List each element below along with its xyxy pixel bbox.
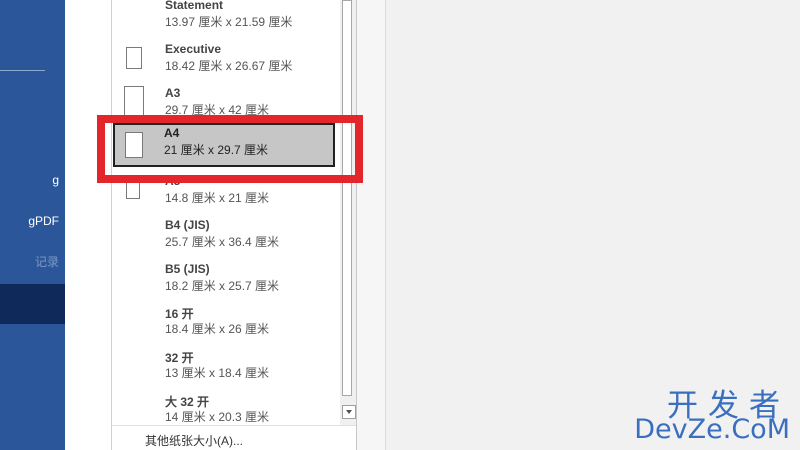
more-paper-sizes-label: 其他纸张大小(A)... bbox=[145, 434, 243, 448]
paper-size-dims: 14.8 厘米 x 21 厘米 bbox=[165, 191, 270, 205]
paper-size-dims: 18.4 厘米 x 26 厘米 bbox=[165, 322, 270, 336]
sidebar-item-label: gPDF bbox=[28, 214, 59, 228]
paper-size-name: B4 (JIS) bbox=[165, 218, 210, 232]
sidebar-item-export[interactable]: g bbox=[0, 170, 65, 190]
paper-size-option-b4-jis[interactable]: B4 (JIS) 25.7 厘米 x 36.4 厘米 bbox=[112, 215, 340, 259]
paper-size-dims: 18.2 厘米 x 25.7 厘米 bbox=[165, 279, 280, 293]
sidebar-item-history[interactable]: 记录 bbox=[0, 252, 65, 272]
preview-margin bbox=[357, 0, 385, 450]
paper-size-name: A3 bbox=[165, 86, 181, 100]
paper-size-list: Statement 13.97 厘米 x 21.59 厘米 Executive … bbox=[112, 0, 340, 425]
paper-size-name: Statement bbox=[165, 0, 224, 12]
paper-size-option-32k[interactable]: 32 开 13 厘米 x 18.4 厘米 bbox=[112, 346, 340, 390]
watermark: 开发者 DevZe.CoM bbox=[634, 380, 790, 445]
paper-size-option-large-32k[interactable]: 大 32 开 14 厘米 x 20.3 厘米 bbox=[112, 390, 340, 425]
paper-size-option-executive[interactable]: Executive 18.42 厘米 x 26.67 厘米 bbox=[112, 39, 340, 83]
paper-size-dims: 13 厘米 x 18.4 厘米 bbox=[165, 366, 270, 380]
dropdown-scrollbar[interactable] bbox=[340, 0, 356, 425]
watermark-latin: DevZe.CoM bbox=[634, 414, 790, 445]
paper-size-dims: 13.97 厘米 x 21.59 厘米 bbox=[165, 15, 293, 29]
paper-size-name: B5 (JIS) bbox=[165, 262, 210, 276]
sidebar-item-label: g bbox=[52, 173, 59, 187]
paper-size-dims: 18.42 厘米 x 26.67 厘米 bbox=[165, 59, 293, 73]
paper-size-dims: 14 厘米 x 20.3 厘米 bbox=[165, 410, 270, 424]
paper-size-option-statement[interactable]: Statement 13.97 厘米 x 21.59 厘米 bbox=[112, 0, 340, 39]
preview-separator bbox=[385, 0, 386, 450]
scroll-down-arrow-icon[interactable] bbox=[342, 405, 356, 419]
paper-size-option-b5-jis[interactable]: B5 (JIS) 18.2 厘米 x 25.7 厘米 bbox=[112, 259, 340, 303]
paper-size-name: Executive bbox=[165, 42, 222, 56]
red-highlight-box bbox=[97, 115, 363, 183]
paper-size-option-16k[interactable]: 16 开 18.4 厘米 x 26 厘米 bbox=[112, 302, 340, 346]
page-thumbnail-icon bbox=[126, 47, 142, 69]
settings-pane bbox=[65, 0, 111, 450]
sidebar-divider bbox=[0, 70, 45, 71]
scrollbar-thumb[interactable] bbox=[342, 0, 352, 396]
backstage-sidebar: g gPDF 记录 bbox=[0, 0, 65, 450]
more-paper-sizes-button[interactable]: 其他纸张大小(A)... bbox=[112, 425, 356, 450]
sidebar-item-export-pdf[interactable]: gPDF bbox=[0, 211, 65, 231]
page-thumbnail-icon bbox=[124, 86, 144, 116]
paper-size-dims: 25.7 厘米 x 36.4 厘米 bbox=[165, 235, 280, 249]
sidebar-item-label: 记录 bbox=[34, 255, 59, 269]
paper-size-dropdown: Statement 13.97 厘米 x 21.59 厘米 Executive … bbox=[111, 0, 357, 450]
sidebar-item-print[interactable] bbox=[0, 284, 65, 324]
